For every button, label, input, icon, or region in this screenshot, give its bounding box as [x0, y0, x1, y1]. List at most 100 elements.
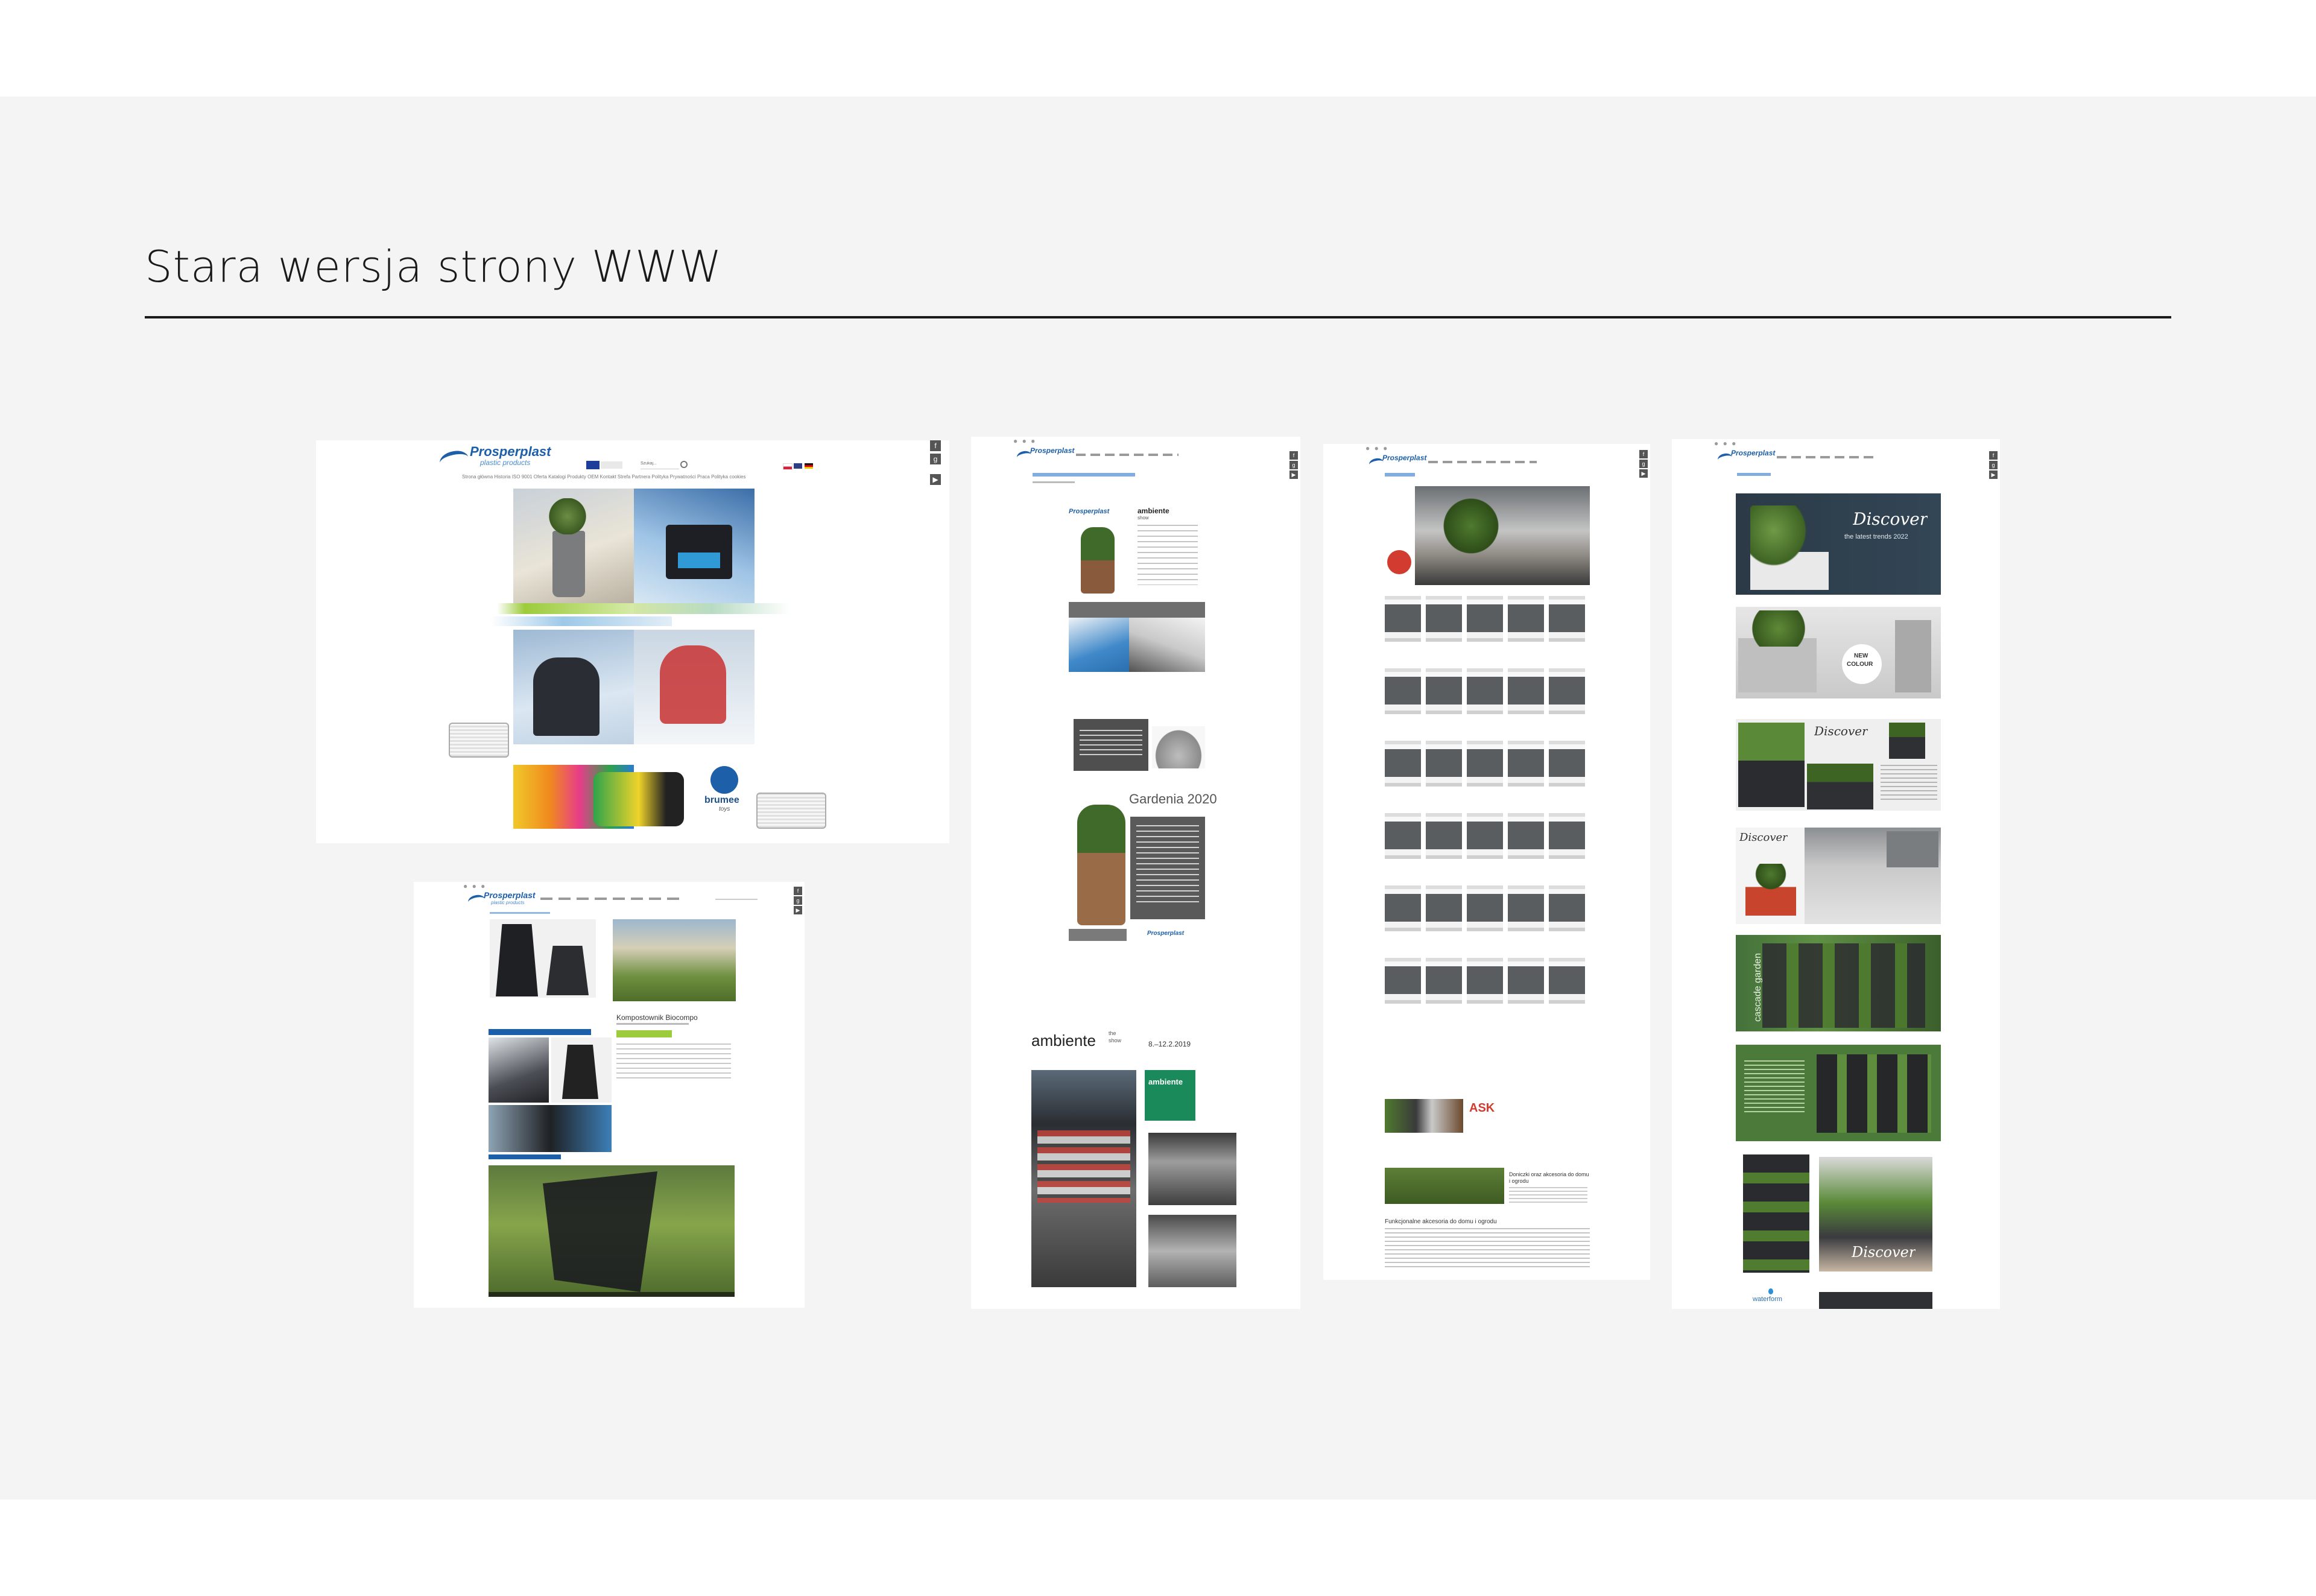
top-navigation[interactable]	[1076, 454, 1179, 456]
cascade-wall-planters	[1762, 943, 1925, 1028]
youtube-icon[interactable]: ▶	[1289, 470, 1298, 479]
product-grid[interactable]	[1385, 596, 1590, 1030]
fiorello-description-box	[1887, 831, 1938, 867]
ambiente-wordmark: ambiente	[1137, 507, 1169, 515]
gardenia-info-text	[1136, 825, 1199, 904]
tile-sledge-kids	[660, 645, 726, 724]
ask-badge[interactable]: ASK	[1469, 1101, 1495, 1115]
google-plus-icon[interactable]: g	[1639, 460, 1648, 468]
youtube-icon[interactable]: ▶	[1639, 469, 1648, 478]
thumbnail-3[interactable]	[489, 1105, 612, 1152]
title-divider	[145, 316, 2171, 318]
award-badge-right[interactable]	[756, 793, 826, 829]
thumbnail-1[interactable]	[489, 1037, 549, 1103]
google-plus-icon[interactable]: g	[1989, 461, 1998, 469]
ratio-planters-photo	[1738, 723, 1805, 807]
ambiente-event-the: the	[1109, 1030, 1116, 1036]
google-plus-icon[interactable]: g	[1289, 461, 1298, 469]
ambiente-event-show: show	[1109, 1037, 1122, 1043]
booth-photo-3	[1148, 1215, 1236, 1287]
search-input[interactable]	[715, 899, 758, 900]
article-intro-text	[1137, 525, 1198, 585]
article-excerpt	[1509, 1187, 1587, 1205]
hero-discover-title: Discover	[1853, 509, 1928, 529]
booth-photo-2	[1148, 1133, 1236, 1205]
youtube-icon[interactable]: ▶	[1989, 470, 1998, 479]
product-subtitle	[616, 1023, 689, 1025]
breadcrumb[interactable]	[1033, 481, 1075, 483]
section-body	[1385, 1228, 1590, 1268]
google-plus-icon[interactable]: g	[794, 896, 802, 905]
facebook-icon[interactable]: f	[1289, 451, 1298, 460]
facebook-icon[interactable]: f	[1989, 451, 1998, 460]
toy-cars-photo	[593, 772, 684, 826]
video-player-controls[interactable]	[489, 1292, 735, 1297]
ratio-tall-planter	[1889, 723, 1925, 759]
new-colour-badge-colour: COLOUR	[1847, 661, 1873, 668]
composter-main	[496, 924, 538, 996]
search-input[interactable]: Szukaj...	[641, 461, 679, 469]
novelties-heading	[1737, 473, 1771, 476]
event-dates: 8.–12.2.2019	[1148, 1040, 1191, 1048]
brand-brumee-sub: toys	[719, 806, 730, 812]
waterform-banner[interactable]	[1819, 1292, 1932, 1309]
article-title: Doniczki oraz akcesoria do domu i ogrodu	[1509, 1171, 1589, 1184]
top-navigation[interactable]	[1428, 461, 1537, 463]
ambiente-badge-text: ambiente	[1148, 1077, 1183, 1086]
facebook-icon[interactable]: f	[1639, 450, 1648, 458]
flag-en-icon[interactable]	[794, 463, 802, 469]
site-logo[interactable]: Prosperplast	[1731, 449, 1775, 457]
screenshot-category-listing: ● ● ● Prosperplast f g ▶ ASK Doniczki or…	[1323, 444, 1650, 1280]
google-plus-icon[interactable]: g	[930, 454, 941, 464]
composter-small	[546, 946, 589, 995]
search-icon[interactable]	[680, 461, 688, 468]
site-logo[interactable]: Prosperplast	[1030, 446, 1074, 455]
youtube-icon[interactable]: ▶	[930, 474, 941, 485]
youtube-icon[interactable]: ▶	[794, 906, 802, 914]
product-row-last[interactable]	[1385, 1099, 1463, 1133]
add-to-wishlist-button[interactable]	[616, 1030, 672, 1037]
flag-de-icon[interactable]	[805, 463, 813, 469]
red-promo-badge[interactable]	[1387, 550, 1411, 574]
composter-garden-photo	[613, 919, 736, 1001]
video-title-bar	[489, 1154, 561, 1159]
breadcrumb[interactable]	[490, 912, 550, 914]
grey-banner	[1069, 602, 1205, 618]
brand-brumee[interactable]: brumee	[704, 795, 739, 806]
product-photo-containers	[1069, 618, 1129, 672]
site-logo[interactable]: Prosperplast	[1382, 454, 1426, 462]
green-wall-planters	[1817, 1054, 1931, 1133]
green-wall-text	[1744, 1060, 1805, 1115]
thumbnail-2-product	[562, 1045, 598, 1099]
logo-tagline: plastic products	[480, 458, 531, 467]
site-logo[interactable]: Prosperplast	[484, 890, 536, 900]
award-badge-left[interactable]	[449, 723, 509, 758]
grey-footer-strip	[1069, 929, 1127, 941]
facebook-icon[interactable]: f	[930, 440, 941, 451]
main-navigation[interactable]: Strona główna Historia ISO 9001 Oferta K…	[462, 474, 830, 480]
video-product-frame	[543, 1171, 657, 1292]
blue-category-bar[interactable]	[634, 603, 791, 614]
hero-trends-subtitle: the latest trends 2022	[1844, 533, 1908, 540]
booth-shelves	[1037, 1130, 1130, 1203]
tile-planter-plants	[1739, 610, 1818, 647]
product-photo-hands	[1129, 618, 1205, 672]
planter-bowl-photo	[1152, 726, 1205, 768]
facebook-icon[interactable]: f	[794, 887, 802, 895]
section-title: Funkcjonalne akcesoria do domu i ogrodu	[1385, 1218, 1497, 1225]
article-heading	[1033, 473, 1135, 477]
green-category-bar[interactable]	[497, 603, 636, 614]
thumbnail-header	[489, 1029, 591, 1035]
flag-pl-icon[interactable]	[783, 463, 793, 470]
ratio-planter-row	[1807, 764, 1873, 809]
product-title: Kompostownik Biocompo	[616, 1013, 698, 1022]
footer-logo: Prosperplast	[1147, 930, 1185, 937]
article-logo: Prosperplast	[1069, 508, 1110, 515]
ambiente-wordmark-show: show	[1137, 515, 1149, 521]
ratio-discover-title: Discover	[1814, 724, 1868, 738]
light-category-bar[interactable]	[491, 616, 672, 626]
top-navigation[interactable]	[540, 898, 685, 900]
hero-white-planters	[1750, 505, 1829, 590]
top-navigation[interactable]	[1777, 456, 1873, 458]
site-logo[interactable]: Prosperplast	[470, 444, 551, 460]
